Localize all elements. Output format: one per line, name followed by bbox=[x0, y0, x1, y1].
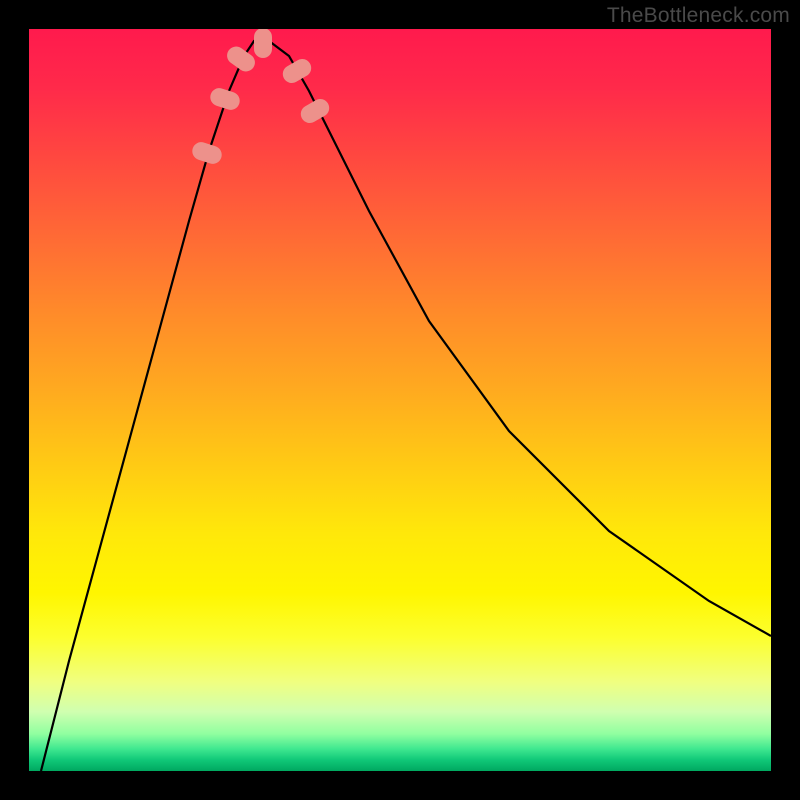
watermark-text: TheBottleneck.com bbox=[607, 4, 790, 28]
chart-plot bbox=[29, 29, 771, 771]
curve-marker bbox=[208, 86, 242, 112]
curve-marker bbox=[280, 56, 315, 87]
curve-marker bbox=[254, 29, 272, 58]
chart-frame bbox=[29, 29, 771, 771]
curve-marker bbox=[224, 43, 259, 75]
bottleneck-curve-path bbox=[41, 41, 771, 771]
bottleneck-curve bbox=[41, 41, 771, 771]
curve-marker bbox=[190, 140, 224, 166]
curve-marker bbox=[298, 96, 333, 127]
